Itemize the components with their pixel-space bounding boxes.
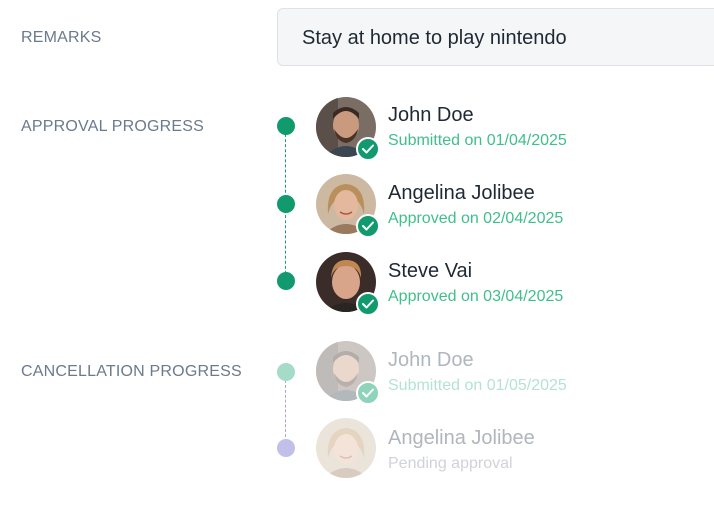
- approval-step-dot-2: [277, 195, 295, 213]
- cancellation-timeline-connector: [285, 380, 286, 442]
- cancellation-step-dot-1: [277, 363, 295, 381]
- remarks-label: REMARKS: [21, 29, 102, 46]
- avatar-angelina-jolibee: [316, 174, 380, 238]
- avatar-john-doe: [316, 97, 380, 161]
- approval-status: Approved on 03/04/2025: [388, 288, 564, 305]
- approver-name: Angelina Jolibee: [388, 182, 535, 204]
- approval-status: Approved on 02/04/2025: [388, 210, 564, 227]
- check-icon: [356, 214, 380, 238]
- check-icon: [356, 381, 380, 405]
- approval-step-dot-1: [277, 117, 295, 135]
- approver-name: Steve Vai: [388, 260, 473, 282]
- canceller-name: Angelina Jolibee: [388, 427, 535, 449]
- avatar-image: [316, 418, 376, 478]
- avatar-angelina-jolibee: [316, 418, 376, 478]
- cancellation-status: Pending approval: [388, 455, 513, 472]
- check-icon: [356, 137, 380, 161]
- approval-progress-label: APPROVAL PROGRESS: [21, 118, 205, 135]
- approval-status: Submitted on 01/04/2025: [388, 132, 567, 149]
- avatar-steve-vai: [316, 252, 380, 316]
- approver-name: John Doe: [388, 104, 474, 126]
- check-icon: [356, 292, 380, 316]
- cancellation-progress-label: CANCELLATION PROGRESS: [21, 363, 242, 380]
- remarks-field[interactable]: Stay at home to play nintendo: [277, 8, 714, 66]
- approval-step-dot-3: [277, 272, 295, 290]
- cancellation-step-dot-2: [277, 439, 295, 457]
- canceller-name: John Doe: [388, 349, 474, 371]
- cancellation-status: Submitted on 01/05/2025: [388, 377, 567, 394]
